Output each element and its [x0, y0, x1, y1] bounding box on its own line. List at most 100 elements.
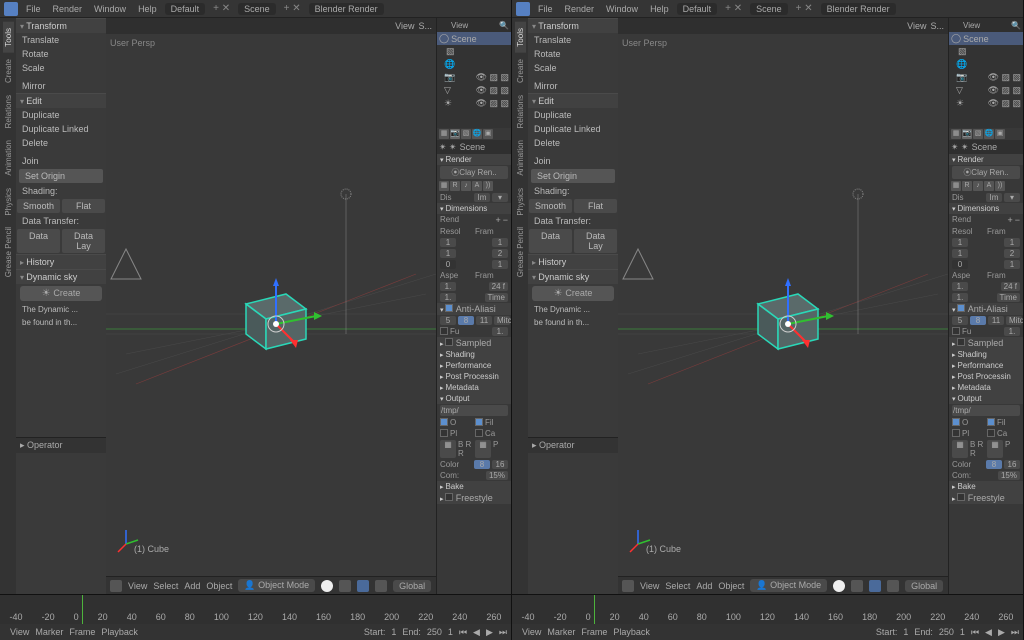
play-end-icon[interactable]: ⏭: [499, 627, 507, 638]
outliner-world[interactable]: 🌐: [949, 58, 1023, 71]
tab-relations[interactable]: Relations: [515, 89, 526, 134]
btn-delete[interactable]: Delete: [16, 136, 106, 150]
props-bake[interactable]: Bake: [437, 481, 511, 492]
mode-selector[interactable]: 👤 Object Mode: [750, 579, 827, 592]
clay-render-btn[interactable]: ⦿Clay Ren..: [952, 166, 1020, 179]
tl-playback[interactable]: Playback: [613, 627, 650, 637]
start-frame[interactable]: 1: [391, 627, 396, 637]
outliner-cube[interactable]: ▽ 👁 ▨ ▧: [437, 84, 511, 97]
editor-type-icon[interactable]: [110, 580, 122, 592]
props-metadata[interactable]: Metadata: [949, 382, 1023, 393]
menu-help[interactable]: Help: [646, 4, 673, 14]
panel-dynamic-sky[interactable]: Dynamic sky: [528, 269, 618, 284]
output-path[interactable]: /tmp/: [952, 405, 1020, 416]
layout-addclose[interactable]: + ✕: [721, 3, 746, 14]
menu-window[interactable]: Window: [602, 4, 642, 14]
viewport-3d[interactable]: User Persp: [618, 34, 948, 576]
outliner-scene[interactable]: ◯ Scene: [437, 32, 511, 45]
outliner-lamp[interactable]: ☀ 👁 ▨ ▧: [437, 97, 511, 110]
layout-selector[interactable]: Default: [165, 3, 206, 15]
plus-icon[interactable]: +: [1007, 215, 1012, 225]
current-frame[interactable]: 1: [448, 627, 453, 637]
btn-set-origin[interactable]: Set Origin: [19, 169, 103, 183]
minus-icon[interactable]: −: [503, 215, 508, 225]
manipulator-icon[interactable]: [357, 580, 369, 592]
tab-create[interactable]: Create: [515, 53, 526, 89]
footer-add[interactable]: Add: [696, 581, 712, 591]
tl-marker[interactable]: Marker: [35, 627, 63, 637]
btn-rotate[interactable]: Rotate: [528, 47, 618, 61]
props-performance[interactable]: Performance: [437, 360, 511, 371]
editor-type-icon[interactable]: [622, 580, 634, 592]
btn-scale[interactable]: Scale: [528, 61, 618, 75]
orientation-selector[interactable]: Global: [905, 580, 943, 592]
tl-playback[interactable]: Playback: [101, 627, 138, 637]
btn-smooth[interactable]: Smooth: [529, 199, 572, 213]
scene-selector[interactable]: Scene: [750, 3, 788, 15]
panel-transform[interactable]: Transform: [528, 18, 618, 33]
props-bake[interactable]: Bake: [949, 481, 1023, 492]
outliner-view[interactable]: View: [963, 21, 980, 30]
footer-add[interactable]: Add: [184, 581, 200, 591]
tl-frame[interactable]: Frame: [581, 627, 607, 637]
shading-icon[interactable]: [833, 580, 845, 592]
layout-selector[interactable]: Default: [677, 3, 718, 15]
panel-history[interactable]: History: [528, 254, 618, 269]
tab-tools[interactable]: Tools: [3, 22, 14, 53]
footer-select[interactable]: Select: [665, 581, 690, 591]
view-menu[interactable]: View: [907, 21, 926, 31]
footer-object[interactable]: Object: [718, 581, 744, 591]
viewport-3d[interactable]: User Persp: [106, 34, 436, 576]
plus-icon[interactable]: +: [495, 215, 500, 225]
btn-data[interactable]: Data: [529, 229, 572, 253]
btn-duplicate-linked[interactable]: Duplicate Linked: [16, 122, 106, 136]
play-back-icon[interactable]: ◀: [985, 627, 992, 638]
pivot-icon[interactable]: [851, 580, 863, 592]
engine-selector[interactable]: Blender Render: [821, 3, 896, 15]
tl-view[interactable]: View: [10, 627, 29, 637]
panel-dynamic-sky[interactable]: Dynamic sky: [16, 269, 106, 284]
props-dimensions[interactable]: Dimensions: [437, 203, 511, 214]
current-frame[interactable]: 1: [960, 627, 965, 637]
props-render[interactable]: Render: [949, 154, 1023, 165]
play-end-icon[interactable]: ⏭: [1011, 627, 1019, 638]
shading-menu[interactable]: S...: [930, 21, 944, 31]
props-context-tabs[interactable]: ▦📷▧🌐▣: [949, 128, 1023, 140]
tab-grease-pencil[interactable]: Grease Pencil: [515, 221, 526, 283]
btn-set-origin[interactable]: Set Origin: [531, 169, 615, 183]
btn-flat[interactable]: Flat: [62, 199, 105, 213]
tab-grease-pencil[interactable]: Grease Pencil: [3, 221, 14, 283]
panel-edit[interactable]: Edit: [16, 93, 106, 108]
play-back-icon[interactable]: ◀: [473, 627, 480, 638]
tab-animation[interactable]: Animation: [3, 134, 14, 182]
footer-view[interactable]: View: [640, 581, 659, 591]
props-freestyle[interactable]: Freestyle: [437, 492, 511, 504]
btn-duplicate[interactable]: Duplicate: [16, 108, 106, 122]
timeline-track[interactable]: -40-200204060801001201401601802002202402…: [0, 595, 511, 624]
panel-history[interactable]: History: [16, 254, 106, 269]
panel-transform[interactable]: Transform: [16, 18, 106, 33]
btn-scale[interactable]: Scale: [16, 61, 106, 75]
engine-selector[interactable]: Blender Render: [309, 3, 384, 15]
btn-join[interactable]: Join: [528, 154, 618, 168]
tab-relations[interactable]: Relations: [3, 89, 14, 134]
tl-frame[interactable]: Frame: [69, 627, 95, 637]
btn-translate[interactable]: Translate: [528, 33, 618, 47]
menu-help[interactable]: Help: [134, 4, 161, 14]
outliner-lamp[interactable]: ☀ 👁 ▨ ▧: [949, 97, 1023, 110]
tab-physics[interactable]: Physics: [515, 182, 526, 222]
play-rewind-icon[interactable]: ⏮: [971, 627, 979, 638]
end-frame[interactable]: 250: [939, 627, 954, 637]
scene-addclose[interactable]: + ✕: [792, 3, 817, 14]
orientation-selector[interactable]: Global: [393, 580, 431, 592]
btn-duplicate[interactable]: Duplicate: [528, 108, 618, 122]
layout-addclose[interactable]: + ✕: [209, 3, 234, 14]
tab-animation[interactable]: Animation: [515, 134, 526, 182]
outliner-scene[interactable]: ◯ Scene: [949, 32, 1023, 45]
props-aa[interactable]: Anti-Aliasi: [437, 303, 511, 315]
search-icon[interactable]: 🔍: [1011, 21, 1021, 30]
shading-menu[interactable]: S...: [418, 21, 432, 31]
start-frame[interactable]: 1: [903, 627, 908, 637]
props-aa[interactable]: Anti-Aliasi: [949, 303, 1023, 315]
props-post[interactable]: Post Processin: [437, 371, 511, 382]
